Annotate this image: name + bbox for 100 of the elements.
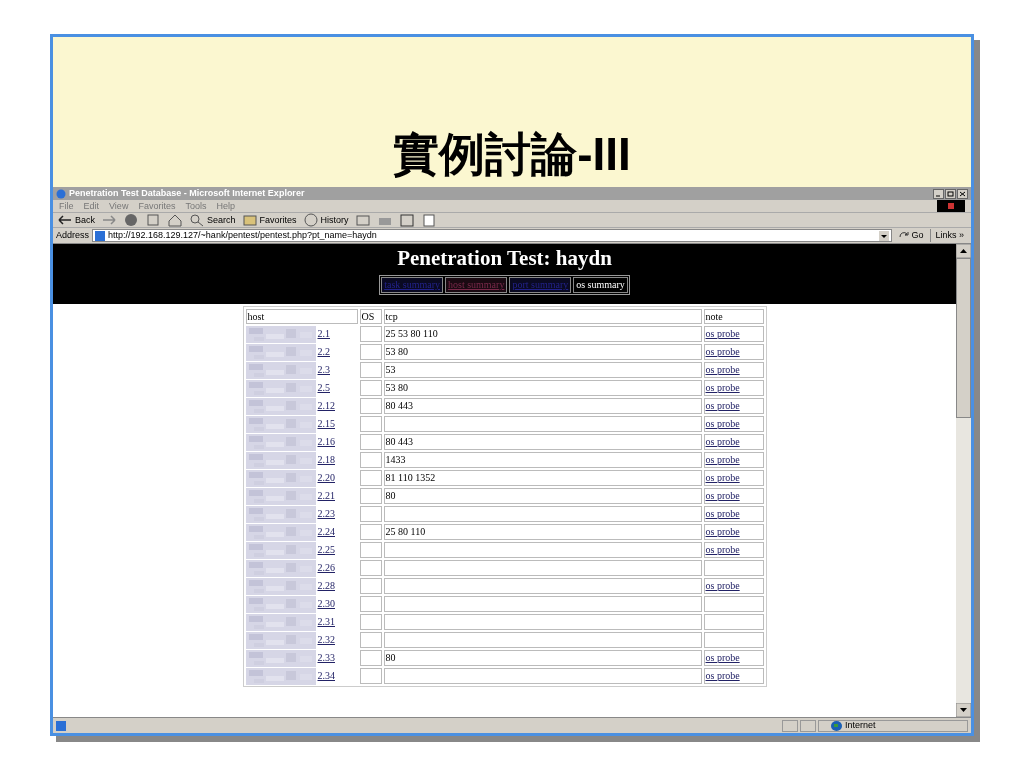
window-title: Penetration Test Database - Microsoft Internet Explorer: [69, 189, 306, 198]
browser-icon: [56, 188, 66, 199]
host-link[interactable]: 2.18: [315, 455, 337, 465]
maximize-button[interactable]: [945, 188, 956, 199]
close-icon: [959, 190, 966, 197]
host-link[interactable]: 2.34: [315, 671, 337, 681]
host-link[interactable]: 2.16: [315, 437, 337, 447]
address-field[interactable]: http://192.168.129.127/~hank/pentest/pentest.php?pt_name=haydn: [92, 229, 893, 242]
page-icon: [56, 720, 66, 731]
address-label: Address: [56, 228, 90, 242]
probe-link[interactable]: os probe: [705, 670, 740, 681]
probe-link[interactable]: os probe: [705, 328, 740, 339]
home-icon: [167, 213, 183, 227]
forward-button[interactable]: [101, 213, 117, 227]
probe-link[interactable]: os probe: [705, 490, 740, 501]
table-cell: [359, 326, 382, 342]
host-link[interactable]: 2.28: [315, 581, 337, 591]
table-cell: [359, 470, 382, 486]
host-link[interactable]: 2.26: [315, 563, 337, 573]
host-link[interactable]: 2.24: [315, 527, 337, 537]
table-cell: 53: [383, 362, 702, 378]
close-button[interactable]: [957, 188, 968, 199]
probe-link[interactable]: os probe: [705, 544, 740, 555]
host-link[interactable]: 2.15: [315, 419, 337, 429]
search-button[interactable]: Search: [189, 213, 236, 227]
back-icon: [57, 213, 73, 227]
table-cell: [359, 398, 382, 414]
minimize-button[interactable]: [933, 188, 944, 199]
table-cell: [359, 596, 382, 612]
table-cell: [703, 632, 764, 648]
table-cell: [703, 560, 764, 576]
probe-link[interactable]: os probe: [705, 436, 740, 447]
table-cell: 53 80: [383, 344, 702, 360]
probe-link[interactable]: os probe: [705, 418, 740, 429]
page-heading: Penetration Test: haydn: [397, 248, 612, 269]
table-cell: 25 53 80 110: [383, 326, 702, 342]
host-link[interactable]: 2.20: [315, 473, 337, 483]
host-link[interactable]: 2.5: [315, 383, 332, 393]
host-link[interactable]: 2.12: [315, 401, 337, 411]
table-cell: 80: [383, 488, 702, 504]
table-cell: 25 80 110: [383, 524, 702, 540]
probe-link[interactable]: os probe: [705, 382, 740, 393]
table-cell: [359, 560, 382, 576]
host-link[interactable]: 2.21: [315, 491, 337, 501]
go-button[interactable]: Go: [895, 228, 928, 243]
table-cell: [359, 506, 382, 522]
table-cell: [359, 650, 382, 666]
table-cell: [359, 380, 382, 396]
maximize-icon: [947, 190, 954, 197]
host-link[interactable]: 2.25: [315, 545, 337, 555]
table-cell: [359, 488, 382, 504]
probe-link[interactable]: os probe: [705, 364, 740, 375]
table-cell: 53 80: [383, 380, 702, 396]
host-link[interactable]: 2.31: [315, 617, 337, 627]
forward-icon: [101, 213, 117, 227]
dropdown-icon[interactable]: [879, 230, 890, 241]
links-button[interactable]: Links »: [930, 228, 968, 243]
status-pane: [800, 719, 816, 732]
probe-link[interactable]: os probe: [705, 346, 740, 357]
column-header: OS: [359, 309, 382, 324]
table-cell: [359, 542, 382, 558]
host-link[interactable]: 2.33: [315, 653, 337, 663]
globe-icon: [831, 720, 842, 731]
column-header: tcp: [383, 309, 702, 324]
table-cell: [359, 452, 382, 468]
table-cell: 80: [383, 650, 702, 666]
host-link[interactable]: 2.32: [315, 635, 337, 645]
scrollbar[interactable]: [956, 244, 971, 717]
back-button[interactable]: Back: [57, 213, 95, 227]
page-icon: [95, 230, 106, 241]
table-cell: [359, 362, 382, 378]
table-cell: [359, 416, 382, 432]
zone-label: Internet: [845, 721, 876, 730]
scroll-down-icon[interactable]: [956, 703, 971, 717]
probe-link[interactable]: os probe: [705, 580, 740, 591]
table-cell: 81 110 1352: [383, 470, 702, 486]
throbber-icon: [937, 200, 965, 212]
scroll-up-icon[interactable]: [956, 244, 971, 258]
host-link[interactable]: 2.1: [315, 329, 332, 339]
favorites-button[interactable]: Favorites: [241, 213, 297, 227]
table-cell: [359, 668, 382, 684]
probe-link[interactable]: os probe: [705, 400, 740, 411]
probe-link[interactable]: os probe: [705, 472, 740, 483]
history-button[interactable]: History: [302, 213, 349, 227]
home-button[interactable]: [167, 213, 183, 227]
host-link[interactable]: 2.3: [315, 365, 332, 375]
column-header: host: [245, 309, 358, 324]
host-link[interactable]: 2.30: [315, 599, 337, 609]
probe-link[interactable]: os probe: [705, 454, 740, 465]
host-link[interactable]: 2.23: [315, 509, 337, 519]
slide-title: 實例討論-III: [393, 131, 631, 181]
search-icon: [189, 213, 205, 227]
table-cell: [359, 344, 382, 360]
probe-link[interactable]: os probe: [705, 508, 740, 519]
probe-link[interactable]: os probe: [705, 526, 740, 537]
host-link[interactable]: 2.2: [315, 347, 332, 357]
nav-tab[interactable]: os summary: [573, 277, 628, 293]
probe-link[interactable]: os probe: [705, 652, 740, 663]
favorites-icon: [241, 213, 258, 227]
table-cell: 1433: [383, 452, 702, 468]
